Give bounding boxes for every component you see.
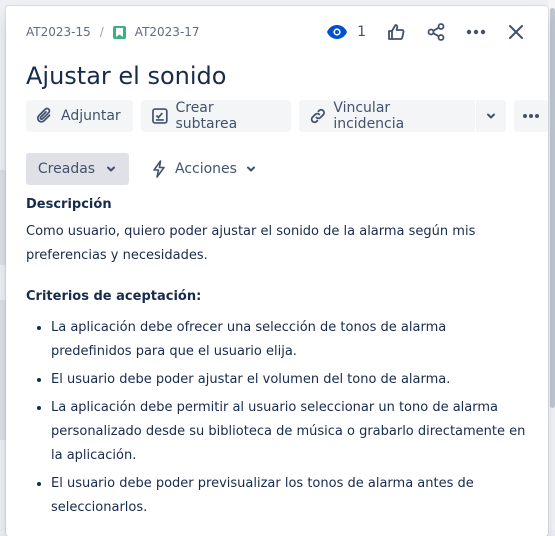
issue-detail-panel: AT2023-15 / AT2023-17 1 Ajustar el sonid…: [6, 6, 548, 536]
like-button[interactable]: [380, 16, 412, 48]
criteria-list: La aplicación debe ofrecer una selección…: [26, 316, 526, 520]
more-icon: [466, 29, 486, 35]
create-subtask-button[interactable]: Crear subtarea: [140, 100, 291, 132]
watch-button[interactable]: 1: [320, 16, 372, 48]
description-text: Como usuario, quiero poder ajustar el so…: [26, 224, 476, 263]
issue-title[interactable]: Ajustar el sonido: [26, 60, 226, 92]
link-issue-button[interactable]: Vincular incidencia: [298, 100, 476, 132]
thumbs-up-icon: [388, 24, 405, 40]
link-issue-label: Vincular incidencia: [333, 100, 405, 132]
header-actions: 1: [320, 16, 532, 48]
story-icon: [112, 25, 126, 39]
breadcrumb-separator: /: [99, 25, 104, 39]
list-item: El usuario debe poder previsualizar los …: [51, 472, 526, 520]
link-issue-dropdown-button[interactable]: [476, 100, 507, 132]
paperclip-icon: [36, 107, 51, 123]
create-subtask-label: Crear subtarea: [175, 100, 238, 132]
list-item: La aplicación debe ofrecer una selección…: [51, 316, 526, 364]
subtask-icon: [151, 108, 168, 124]
scrollbar-thumb[interactable]: [550, 8, 555, 408]
description-section[interactable]: Descripción Como usuario, quiero poder a…: [26, 194, 526, 524]
issue-header: AT2023-15 / AT2023-17 1: [26, 22, 532, 42]
status-dropdown[interactable]: Creadas: [26, 153, 129, 185]
actions-dropdown[interactable]: Acciones: [151, 153, 257, 185]
list-item: El usuario debe poder ajustar el volumen…: [51, 368, 526, 392]
attach-button[interactable]: Adjuntar: [26, 100, 133, 132]
watch-count: 1: [357, 24, 366, 40]
close-button[interactable]: [500, 16, 532, 48]
attach-label: Adjuntar: [61, 108, 121, 124]
link-icon: [310, 108, 325, 124]
chevron-down-icon: [487, 113, 496, 119]
breadcrumb-parent[interactable]: AT2023-15: [26, 22, 91, 42]
eye-icon: [327, 25, 348, 39]
actions-label: Acciones: [175, 161, 237, 177]
description-heading: Descripción: [26, 197, 112, 212]
lightning-icon: [153, 160, 165, 178]
more-icon: [523, 114, 540, 118]
status-label: Creadas: [37, 161, 96, 177]
breadcrumb-current[interactable]: AT2023-17: [135, 22, 200, 42]
toolbar-more-button[interactable]: [514, 100, 548, 132]
link-issue-split-button: Vincular incidencia: [298, 100, 507, 132]
background-scrollbar[interactable]: [548, 0, 555, 530]
chevron-down-icon: [107, 166, 116, 172]
criteria-heading: Criterios de aceptación:: [26, 289, 202, 304]
chevron-down-icon: [246, 166, 255, 172]
share-button[interactable]: [420, 16, 452, 48]
close-icon: [509, 25, 523, 39]
issue-toolbar: Adjuntar Crear subtarea Vincular inciden…: [26, 100, 548, 132]
share-icon: [427, 23, 445, 41]
list-item: La aplicación debe permitir al usuario s…: [51, 396, 526, 468]
status-row: Creadas Acciones: [26, 153, 257, 185]
more-actions-button[interactable]: [460, 16, 492, 48]
